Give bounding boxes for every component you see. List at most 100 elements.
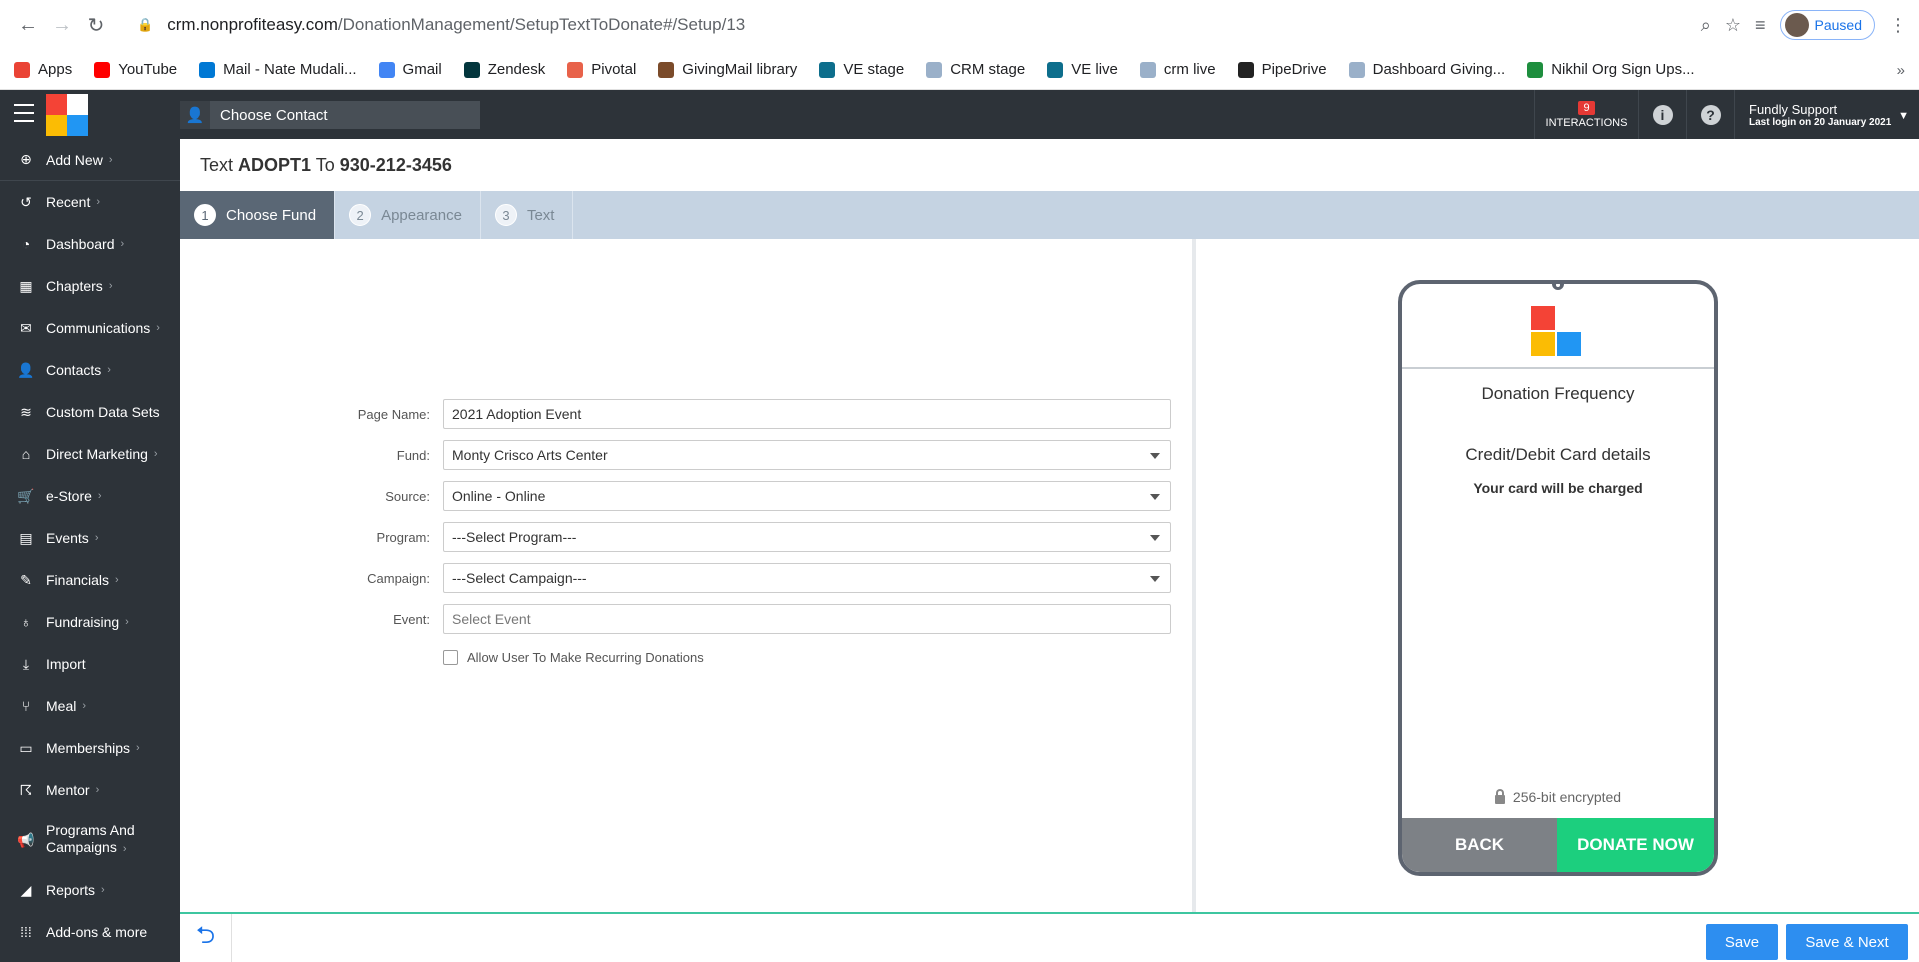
chevron-right-icon: › [122, 843, 127, 855]
zoom-icon[interactable]: ⌕ [1701, 15, 1711, 36]
grid-icon: ▦ [19, 277, 33, 294]
bookmark-item[interactable]: Mail - Nate Mudali... [199, 61, 357, 78]
sidebar-item-mentor[interactable]: ☈ Mentor › [0, 769, 180, 811]
back-arrow-icon[interactable]: ← [14, 11, 42, 39]
dashboard-icon: ◔ [21, 236, 31, 252]
program-label: Program: [376, 530, 430, 545]
sidebar-item-label: Meal [46, 698, 77, 714]
user-menu[interactable]: Fundly Support Last login on 20 January … [1734, 90, 1919, 139]
bookmark-item[interactable]: PipeDrive [1237, 61, 1327, 78]
bookmark-item[interactable]: Pivotal [567, 61, 636, 78]
profile-button[interactable]: Paused [1779, 10, 1875, 40]
sidebar-item-label: Add New [46, 151, 103, 168]
sidebar-item-financials[interactable]: ✎ Financials › [0, 559, 180, 601]
program-value: ---Select Program--- [452, 529, 577, 545]
step-text[interactable]: 3 Text [481, 191, 574, 239]
sidebar-item-dashboard[interactable]: ◔ Dashboard › [0, 223, 180, 265]
sidebar-item-import[interactable]: ⤓ Import [0, 643, 180, 685]
star-icon[interactable]: ☆ [1725, 15, 1741, 36]
sidebar-item-custom-data-sets[interactable]: ≋ Custom Data Sets [0, 391, 180, 433]
program-select[interactable]: ---Select Program--- [443, 522, 1171, 552]
bookmark-item[interactable]: VE live [1047, 61, 1118, 78]
sidebar-item-add-new[interactable]: ⊕ Add New › [0, 139, 180, 181]
info-button[interactable]: i [1638, 90, 1686, 139]
forward-arrow-icon[interactable]: → [48, 11, 76, 39]
chevron-right-icon: › [96, 196, 101, 208]
sidebar-item-e-store[interactable]: 🛒 e-Store › [0, 475, 180, 517]
history-icon: ↺ [20, 193, 32, 210]
bookmark-item[interactable]: Nikhil Org Sign Ups... [1527, 61, 1695, 78]
bookmark-item[interactable]: GivingMail library [658, 61, 797, 78]
title-prefix: Text [200, 155, 234, 175]
chevron-right-icon: › [94, 532, 99, 544]
sidebar-item-memberships[interactable]: ▭ Memberships › [0, 727, 180, 769]
bookmark-favicon-icon [658, 61, 675, 78]
sidebar-item-fundraising[interactable]: ♁ Fundraising › [0, 601, 180, 643]
sidebar-item-label: Contacts [46, 362, 102, 378]
bookmark-favicon-icon [1047, 61, 1064, 78]
sidebar-item-add-ons-more[interactable]: ⁞⁞⁞ Add-ons & more [0, 911, 180, 953]
bookmark-item[interactable]: crm live [1139, 61, 1216, 78]
sidebar-item-label: e-Store [46, 488, 92, 504]
chevron-right-icon: › [156, 322, 160, 334]
bookmark-label: GivingMail library [682, 61, 798, 78]
footer-bar: ⮌ Save Save & Next [180, 912, 1919, 962]
app-header: 👤 Choose Contact 9 INTERACTIONS i ? Fund… [0, 90, 1919, 139]
bookmark-item[interactable]: Zendesk [463, 61, 545, 78]
chevron-right-icon: › [153, 448, 158, 460]
bookmark-favicon-icon [378, 61, 395, 78]
bookmark-item[interactable]: YouTube [94, 61, 177, 78]
sidebar-item-reports[interactable]: ◢ Reports › [0, 869, 180, 911]
sidebar-item-direct-marketing[interactable]: ⌂ Direct Marketing › [0, 433, 180, 475]
sidebar-item-contacts[interactable]: 👤 Contacts › [0, 349, 180, 391]
sidebar-item-label: Recent [46, 194, 91, 210]
sidebar-item-communications[interactable]: ✉ Communications › [0, 307, 180, 349]
interactions-label: INTERACTIONS [1545, 116, 1628, 129]
reload-icon[interactable]: ↻ [82, 11, 110, 39]
card-charge-note: Your card will be charged [1473, 480, 1643, 496]
page-name-input[interactable]: 2021 Adoption Event [443, 399, 1171, 429]
preview-donate-button: DONATE NOW [1557, 818, 1714, 872]
chevron-right-icon: › [120, 238, 125, 250]
save-button[interactable]: Save [1706, 924, 1778, 960]
sidebar-item-label: Dashboard [46, 236, 115, 252]
step-choose-fund[interactable]: 1 Choose Fund [180, 191, 336, 239]
interactions-button[interactable]: 9 INTERACTIONS [1534, 90, 1638, 139]
bookmark-label: crm live [1163, 61, 1216, 78]
bookmark-label: Nikhil Org Sign Ups... [1551, 61, 1695, 78]
sidebar-item-programs-and[interactable]: 📢 Programs And Campaigns › [0, 811, 180, 869]
bookmark-favicon-icon [926, 61, 943, 78]
sidebar-item-meal[interactable]: ⑂ Meal › [0, 685, 180, 727]
bank-icon: ⌂ [21, 446, 31, 462]
chevron-right-icon: › [101, 884, 105, 896]
bookmarks-overflow-icon[interactable]: » [1897, 62, 1905, 79]
sidebar-item-recent[interactable]: ↺ Recent › [0, 181, 180, 223]
save-next-button[interactable]: Save & Next [1786, 924, 1908, 960]
campaign-select[interactable]: ---Select Campaign--- [443, 563, 1171, 593]
hamburger-menu-icon[interactable] [14, 104, 34, 122]
bookmark-item[interactable]: VE stage [819, 61, 904, 78]
sidebar-item-events[interactable]: ▤ Events › [0, 517, 180, 559]
bookmark-item[interactable]: Gmail [378, 61, 442, 78]
fund-select[interactable]: Monty Crisco Arts Center [443, 440, 1171, 470]
address-bar[interactable]: 🔒 crm.nonprofiteasy.com/DonationManageme… [137, 9, 1777, 41]
event-input[interactable]: Select Event [443, 604, 1171, 634]
undo-back-icon[interactable]: ⮌ [180, 914, 232, 962]
kebab-menu-icon[interactable]: ⋮ [1889, 15, 1907, 36]
org-logo[interactable] [46, 94, 88, 136]
recurring-checkbox[interactable] [443, 650, 458, 665]
sidebar-item-label: Import [46, 656, 86, 672]
choose-contact-field[interactable]: 👤 Choose Contact [180, 101, 480, 129]
preview-back-button: BACK [1402, 818, 1557, 872]
source-select[interactable]: Online - Online [443, 481, 1171, 511]
step-appearance[interactable]: 2 Appearance [335, 191, 481, 239]
sidebar-item-chapters[interactable]: ▦ Chapters › [0, 265, 180, 307]
bookmark-item[interactable]: Apps [14, 61, 72, 78]
help-button[interactable]: ? [1686, 90, 1734, 139]
bookmark-favicon-icon [14, 61, 30, 78]
bookmark-item[interactable]: CRM stage [926, 61, 1025, 78]
bookmark-item[interactable]: Dashboard Giving... [1348, 61, 1505, 78]
money-icon: ✎ [20, 571, 32, 588]
media-queue-icon[interactable]: ≡ [1755, 15, 1766, 36]
envelope-icon: ✉ [20, 319, 32, 336]
